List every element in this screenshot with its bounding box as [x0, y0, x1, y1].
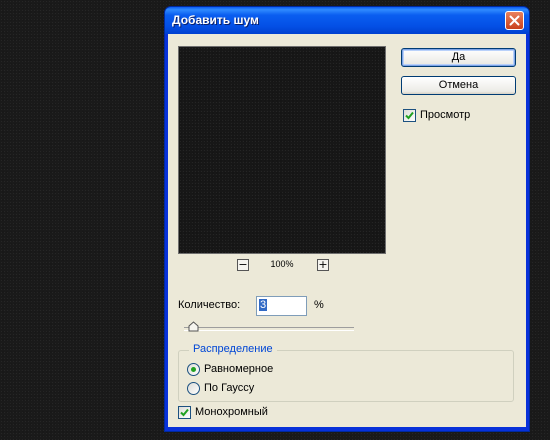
- amount-slider-track[interactable]: [184, 327, 354, 331]
- add-noise-dialog: Добавить шум − 100% + Да Отмена Просмотр…: [164, 6, 530, 432]
- amount-label: Количество:: [178, 299, 241, 311]
- radio-uniform[interactable]: [187, 363, 200, 376]
- amount-unit: %: [314, 299, 324, 311]
- monochrome-label: Монохромный: [195, 406, 268, 418]
- checkmark-icon: [405, 111, 414, 120]
- amount-input[interactable]: 3: [256, 296, 307, 316]
- distribution-group: [178, 350, 514, 402]
- preview-checkbox[interactable]: [403, 109, 416, 122]
- dialog-title: Добавить шум: [172, 13, 259, 27]
- close-button[interactable]: [505, 11, 524, 30]
- zoom-out-button[interactable]: −: [237, 259, 249, 271]
- amount-value: 3: [259, 299, 268, 311]
- radio-uniform-label: Равномерное: [204, 363, 274, 375]
- close-icon: [509, 15, 520, 26]
- radio-gaussian-label: По Гауссу: [204, 382, 255, 394]
- checkmark-icon: [180, 408, 189, 417]
- title-bar[interactable]: Добавить шум: [165, 7, 529, 34]
- monochrome-checkbox[interactable]: [178, 406, 191, 419]
- zoom-in-button[interactable]: +: [317, 259, 329, 271]
- dialog-body: − 100% + Да Отмена Просмотр Количество: …: [168, 34, 526, 427]
- radio-selected-dot: [191, 367, 196, 372]
- radio-gaussian[interactable]: [187, 382, 200, 395]
- preview-pane[interactable]: [178, 46, 386, 254]
- slider-thumb-icon[interactable]: [188, 321, 199, 332]
- zoom-level: 100%: [270, 259, 294, 269]
- preview-checkbox-label: Просмотр: [420, 109, 471, 121]
- cancel-button[interactable]: Отмена: [401, 76, 516, 95]
- distribution-legend: Распределение: [189, 343, 277, 355]
- ok-button[interactable]: Да: [401, 48, 516, 67]
